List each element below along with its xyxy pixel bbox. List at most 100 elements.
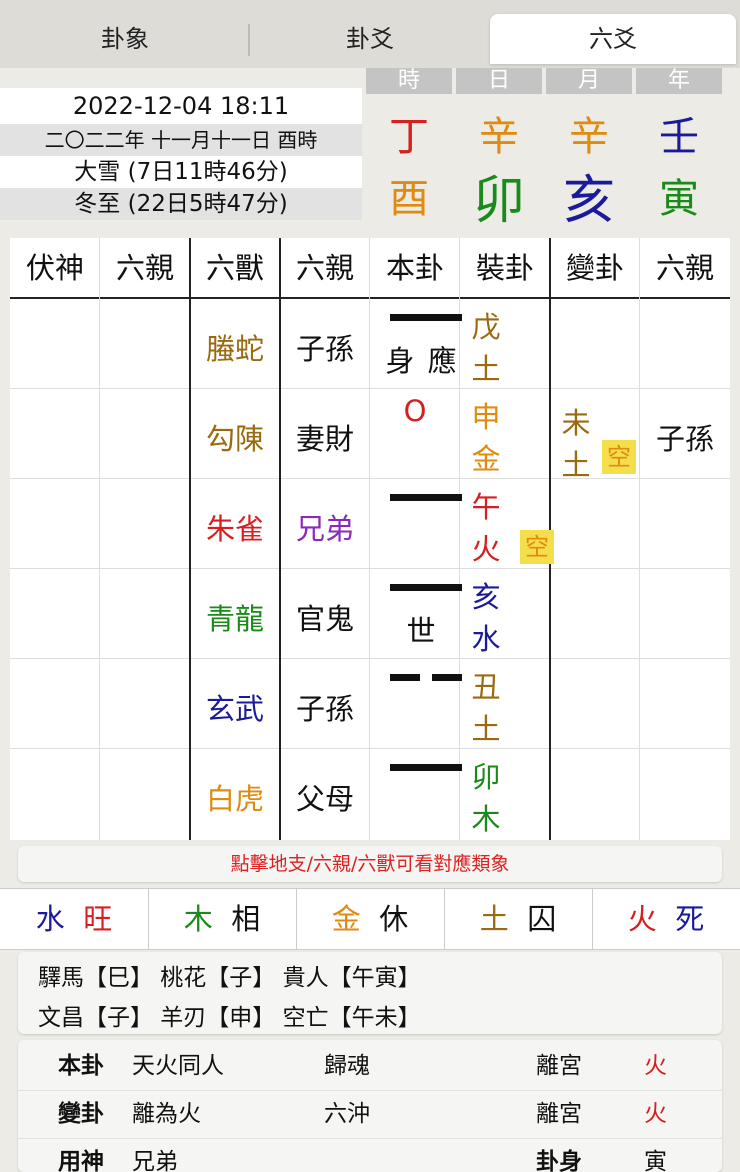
najia-element[interactable]: 木 — [466, 796, 506, 838]
header-zhuanggua: 裝卦 — [475, 251, 534, 285]
yang-line — [390, 494, 462, 501]
info-row-bengua: 本卦 天火同人 歸魂 離宮 火 — [18, 1042, 722, 1091]
najia-stem[interactable]: 亥 — [466, 574, 506, 616]
najia-element[interactable]: 土 — [466, 346, 506, 388]
hint-banner: 點擊地支/六親/六獸可看對應類象 — [18, 846, 722, 882]
tab-liu-yao[interactable]: 六爻 — [490, 14, 736, 64]
shi-ying-mark: 身 應 — [385, 344, 457, 378]
pillar-branch-year[interactable]: 寅 — [634, 166, 724, 224]
kongwang-badge: 空 — [520, 530, 554, 564]
relation-cell[interactable]: 兄弟 — [280, 506, 370, 548]
najia-stem[interactable]: 午 — [466, 484, 506, 526]
tab-gua-yao[interactable]: 卦爻 — [250, 14, 490, 64]
header-divider — [10, 297, 730, 299]
beast-cell[interactable]: 勾陳 — [190, 416, 280, 458]
info-label: 變卦 — [58, 1101, 104, 1127]
beast-cell[interactable]: 白虎 — [190, 776, 280, 818]
info-label: 用神 — [58, 1149, 104, 1172]
header-bengua: 本卦 — [385, 251, 444, 285]
pillar-branch-hour[interactable]: 酉 — [364, 166, 454, 224]
pillar-header-year: 年 — [636, 68, 722, 94]
beast-cell[interactable]: 朱雀 — [190, 506, 280, 548]
hexagram-info-panel: 本卦 天火同人 歸魂 離宮 火 變卦 離為火 六沖 離宮 火 用神 兄弟 卦身 … — [18, 1040, 722, 1172]
row-divider — [10, 388, 730, 389]
relation-cell[interactable]: 子孫 — [280, 326, 370, 368]
date-panel: 2022-12-04 18:11 二〇二二年 十一月十一日 酉時 大雪 (7日1… — [0, 88, 362, 220]
header-liushou: 六獸 — [205, 251, 264, 285]
pillar-stem-day[interactable]: 辛 — [454, 104, 544, 162]
gregorian-datetime: 2022-12-04 18:11 — [72, 92, 290, 120]
pillar-branch-month[interactable]: 亥 — [544, 158, 634, 233]
wuxing-state: 休 — [379, 902, 409, 936]
beast-cell[interactable]: 青龍 — [190, 596, 280, 638]
info-palace: 離宮 — [536, 1053, 582, 1079]
info-hexagram-name[interactable]: 天火同人 — [132, 1042, 224, 1090]
info-palace: 離宮 — [536, 1101, 582, 1127]
shensha-row: 驛馬【巳】 桃花【子】 貴人【午寅】 — [38, 965, 421, 991]
wuxing-state: 旺 — [83, 902, 113, 936]
yang-line — [390, 584, 462, 591]
tab-gua-xiang[interactable]: 卦象 — [0, 14, 250, 64]
wuxing-state: 相 — [231, 902, 261, 936]
najia-element[interactable]: 火 — [466, 526, 506, 568]
info-element: 火 — [644, 1101, 667, 1127]
solar-term-next: 冬至 (22日5時47分) — [0, 188, 362, 220]
yang-line — [390, 764, 462, 771]
info-element: 火 — [644, 1053, 667, 1079]
pillar-branch-day[interactable]: 卯 — [454, 158, 544, 233]
beast-cell[interactable]: 螣蛇 — [190, 326, 280, 368]
header-fushen: 伏神 — [25, 251, 84, 285]
shensha-row: 文昌【子】 羊刃【申】 空亡【午未】 — [38, 1005, 421, 1031]
pillar-stem-month[interactable]: 辛 — [544, 104, 634, 162]
shensha-panel: 驛馬【巳】 桃花【子】 貴人【午寅】 文昌【子】 羊刃【申】 空亡【午未】 — [18, 952, 722, 1034]
pillar-header-day: 日 — [456, 68, 542, 94]
change-relation[interactable]: 子孫 — [640, 416, 730, 458]
col-divider — [639, 238, 640, 840]
wuxing-element: 水 — [35, 902, 65, 936]
beast-cell[interactable]: 玄武 — [190, 686, 280, 728]
wuxing-metal[interactable]: 金 休 — [296, 889, 444, 949]
info-hexagram-name[interactable]: 離為火 — [132, 1090, 201, 1138]
wuxing-element: 火 — [627, 902, 657, 936]
wuxing-fire[interactable]: 火 死 — [592, 889, 740, 949]
wuxing-element: 土 — [479, 902, 509, 936]
header-liuqin: 六親 — [295, 251, 354, 285]
najia-stem[interactable]: 戊 — [466, 304, 506, 346]
info-guashen-value: 寅 — [644, 1149, 667, 1172]
row-divider — [10, 478, 730, 479]
pillar-stem-hour[interactable]: 丁 — [364, 104, 454, 162]
shi-ying-mark: 世 — [406, 614, 436, 648]
change-stem[interactable]: 未 — [556, 400, 596, 442]
relation-cell[interactable]: 妻財 — [280, 416, 370, 458]
relation-cell[interactable]: 子孫 — [280, 686, 370, 728]
pillar-stem-year[interactable]: 壬 — [634, 104, 724, 162]
najia-stem[interactable]: 卯 — [466, 754, 506, 796]
header-liuqin-changed: 六親 — [655, 251, 714, 285]
hexagram-table: 伏神 六親 六獸 六親 本卦 裝卦 變卦 六親 螣蛇 子孫身 應戊土勾陳 妻財 O 申金… — [10, 238, 730, 840]
relation-cell[interactable]: 父母 — [280, 776, 370, 818]
tab-bar: 卦象 卦爻 六爻 — [0, 0, 740, 68]
moving-mark: O — [403, 394, 427, 428]
row-divider — [10, 658, 730, 659]
najia-stem[interactable]: 申 — [466, 394, 506, 436]
solar-term-current: 大雪 (7日11時46分) — [74, 159, 288, 185]
change-element[interactable]: 土 — [556, 442, 596, 484]
najia-element[interactable]: 金 — [466, 436, 506, 478]
yin-line-right — [432, 674, 462, 681]
wuxing-strength-bar: 水 旺 木 相 金 休 土 囚 火 死 — [0, 888, 740, 950]
wuxing-wood[interactable]: 木 相 — [148, 889, 296, 949]
najia-element[interactable]: 土 — [466, 706, 506, 748]
info-hexagram-type: 六沖 — [324, 1101, 370, 1127]
najia-stem[interactable]: 丑 — [466, 664, 506, 706]
info-label: 本卦 — [58, 1053, 104, 1079]
wuxing-earth[interactable]: 土 囚 — [444, 889, 592, 949]
wuxing-state: 死 — [675, 902, 705, 936]
kongwang-badge: 空 — [602, 440, 636, 474]
info-yongshen[interactable]: 兄弟 — [132, 1138, 178, 1172]
col-divider — [459, 238, 460, 840]
relation-cell[interactable]: 官鬼 — [280, 596, 370, 638]
col-divider — [99, 238, 100, 840]
wuxing-water[interactable]: 水 旺 — [0, 889, 148, 949]
najia-element[interactable]: 水 — [466, 616, 506, 658]
lunar-date: 二〇二二年 十一月十一日 酉時 — [0, 124, 362, 156]
